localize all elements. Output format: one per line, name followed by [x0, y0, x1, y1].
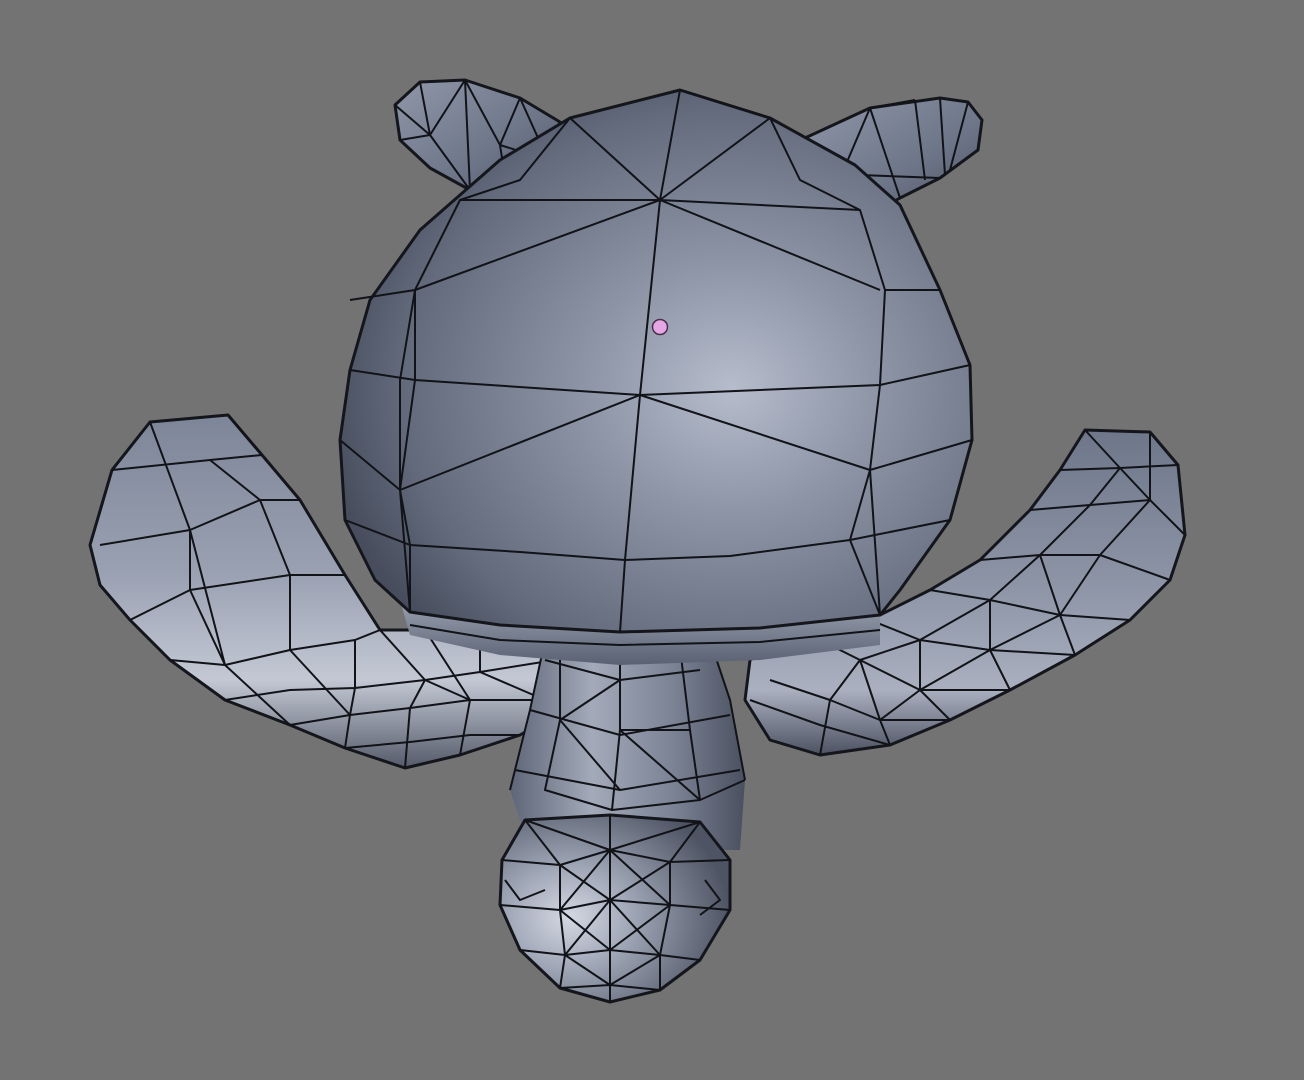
head[interactable] — [498, 813, 732, 1004]
3d-viewport[interactable] — [0, 0, 1304, 1080]
viewport-canvas[interactable] — [0, 0, 1304, 1080]
object-origin-icon[interactable] — [651, 318, 669, 336]
